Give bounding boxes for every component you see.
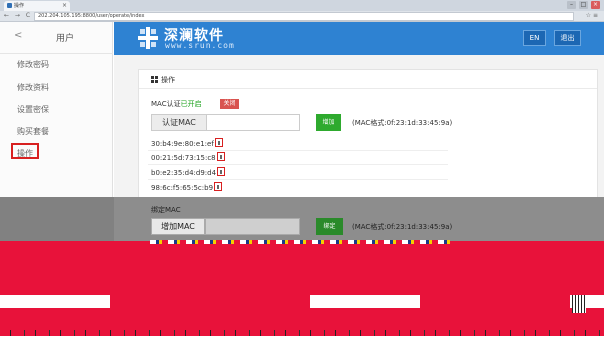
tab-strip: 操作 × – □ × — [0, 0, 604, 11]
browser-tab[interactable]: 操作 × — [4, 1, 70, 11]
mac-list-item: 00:21:5d:73:15:c8 — [151, 152, 225, 162]
maximize-button[interactable]: □ — [579, 1, 588, 9]
sidebar-title: 用户 — [56, 34, 75, 44]
sidebar: < 用户 修改密码 修改资料 设置密保 购买套餐 操作 — [0, 22, 113, 197]
language-button[interactable]: EN — [523, 30, 546, 46]
back-icon[interactable]: < — [14, 30, 22, 41]
favicon-icon — [7, 3, 12, 8]
corruption-block — [0, 241, 604, 295]
row-divider — [148, 164, 448, 165]
mac-format-hint: (MAC格式:0f:23:1d:33:45:9a) — [352, 119, 453, 127]
bind-format-hint: (MAC格式:0f:23:1d:33:45:9a) — [352, 223, 453, 231]
mac-auth-off-button[interactable]: 关闭 — [220, 99, 239, 109]
glitch-strip — [572, 295, 586, 313]
minimize-button[interactable]: – — [567, 1, 576, 9]
sidebar-header: < 用户 — [0, 22, 113, 54]
sidebar-item-edit-profile[interactable]: 修改资料 — [17, 82, 49, 93]
url-field[interactable]: 202.204.105.195:8800/user/operate/index — [34, 12, 574, 21]
mac-auth-label: MAC认证已开启 — [151, 100, 202, 108]
brand-url: www.srun.com — [165, 41, 235, 50]
bind-mac-addon: 增加MAC — [151, 218, 205, 235]
auth-mac-addon: 认证MAC — [151, 114, 207, 131]
mac-list-item: 30:b4:9e:80:e1:ef — [151, 138, 223, 148]
add-mac-button[interactable]: 增加 — [316, 114, 341, 131]
address-bar-row: ← → C 202.204.105.195:8800/user/operate/… — [0, 11, 604, 22]
bind-mac-label: 绑定MAC — [151, 206, 181, 214]
grid-icon — [151, 76, 158, 83]
browser-chrome: 操作 × – □ × ← → C 202.204.105.195:8800/us… — [0, 0, 604, 22]
logout-button[interactable]: 退出 — [554, 30, 581, 46]
glitch-strip — [150, 240, 450, 244]
window-close-button[interactable]: × — [591, 1, 600, 9]
nav-buttons[interactable]: ← → C — [4, 12, 32, 19]
window-controls: – □ × — [567, 1, 600, 10]
corruption-block — [110, 295, 310, 308]
logo-icon — [138, 27, 158, 49]
bookmark-menu-icons[interactable]: ☆ ≡ — [586, 12, 598, 19]
trash-icon[interactable] — [214, 182, 223, 191]
trash-icon[interactable] — [216, 152, 225, 161]
trash-icon[interactable] — [214, 138, 223, 147]
mac-list-item: 98:6c:f5:65:5c:b9 — [151, 182, 223, 192]
panel-header: 操作 — [139, 70, 597, 89]
corruption-block — [420, 295, 570, 308]
shaded-sidebar-region — [0, 197, 114, 241]
sidebar-item-buy-package[interactable]: 购买套餐 — [17, 126, 49, 137]
panel-title: 操作 — [161, 76, 175, 84]
mac-list-item: b0:e2:35:d4:d9:d4 — [151, 167, 226, 177]
active-item-highlight — [11, 143, 39, 159]
tab-title: 操作 — [14, 3, 25, 9]
auth-mac-input[interactable] — [206, 114, 300, 131]
tab-close-icon[interactable]: × — [62, 1, 67, 11]
glitch-strip — [0, 330, 604, 336]
bind-mac-input[interactable] — [205, 218, 300, 235]
sidebar-item-change-password[interactable]: 修改密码 — [17, 59, 49, 70]
bind-mac-button[interactable]: 绑定 — [316, 218, 343, 235]
trash-icon[interactable] — [217, 167, 226, 176]
corruption-block — [0, 308, 604, 330]
row-divider — [148, 179, 448, 180]
sidebar-item-security-question[interactable]: 设置密保 — [17, 104, 49, 115]
mac-auth-status: 已开启 — [180, 100, 202, 108]
row-divider — [148, 150, 448, 151]
top-header: 深澜软件 www.srun.com EN 退出 — [114, 22, 604, 55]
